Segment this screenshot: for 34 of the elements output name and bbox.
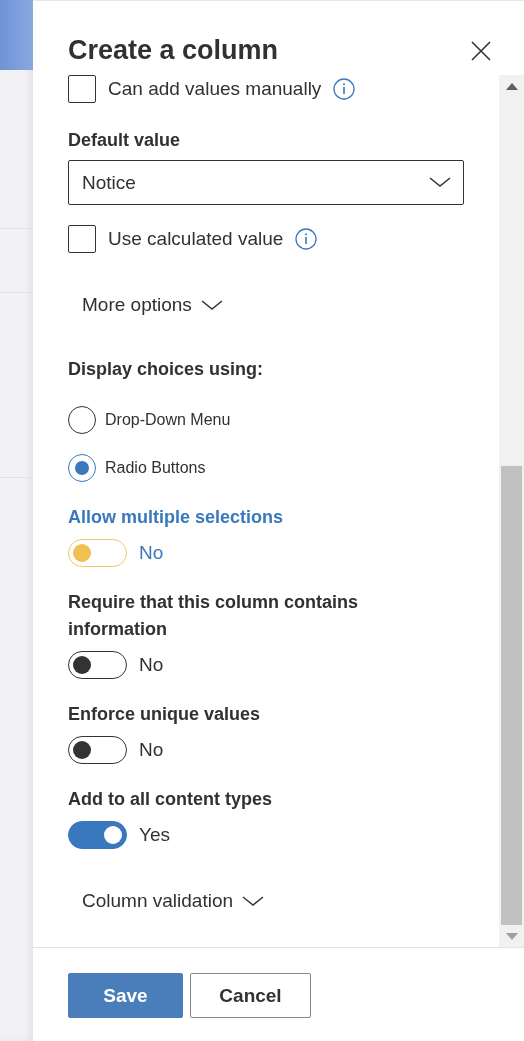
panel-title: Create a column [68, 34, 279, 66]
checkbox-label: Can add values manually [108, 78, 322, 100]
cancel-button[interactable]: Cancel [190, 973, 311, 1018]
toggle-label: Allow multiple selections [68, 506, 284, 529]
checkbox[interactable] [68, 75, 96, 103]
chevron-down-icon [429, 177, 451, 188]
toggle-label: Enforce unique values [68, 703, 261, 726]
scroll-up-icon[interactable] [505, 83, 518, 90]
dropdown-value: Notice [82, 171, 136, 194]
section-heading: Default value [68, 129, 182, 152]
checkbox-label: Use calculated value [108, 228, 284, 250]
chevron-down-icon [242, 895, 265, 907]
expander-button[interactable]: More options [68, 289, 223, 321]
toggle-state: No [139, 654, 164, 676]
toggle-label: Add to all content types [68, 788, 272, 811]
toggle-state: No [139, 739, 164, 761]
info-icon[interactable] [295, 228, 318, 250]
scrollbar-thumb[interactable] [501, 466, 522, 925]
toggle-switch[interactable] [68, 821, 127, 849]
toggle-state: Yes [139, 824, 170, 846]
section-heading: Display choices using: [68, 358, 265, 381]
radio-label: Radio Buttons [105, 459, 206, 477]
toggle-label: Require that this column contains information [68, 591, 360, 641]
scroll-down-icon[interactable] [505, 933, 518, 940]
expander-button[interactable]: Column validation [68, 885, 265, 917]
save-button[interactable]: Save [68, 973, 183, 1018]
checkbox[interactable] [68, 225, 96, 253]
close-button[interactable] [471, 41, 491, 61]
toggle-state: No [139, 542, 164, 564]
radio-label: Drop-Down Menu [105, 411, 231, 429]
dropdown[interactable]: Notice [68, 160, 464, 205]
info-icon[interactable] [333, 78, 356, 100]
scrollbar[interactable] [499, 75, 524, 947]
chevron-down-icon [200, 299, 223, 311]
